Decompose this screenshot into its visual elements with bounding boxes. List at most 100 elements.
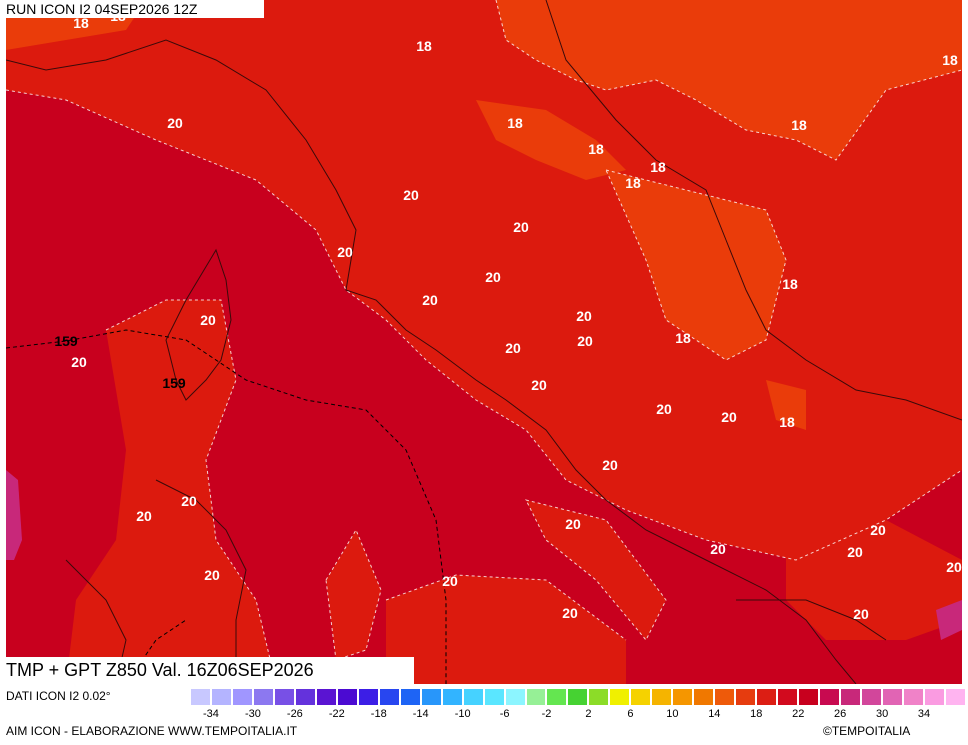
colorbar-cell [609, 688, 631, 706]
colorbar-cell [693, 688, 715, 706]
contour-label: 20 [577, 333, 593, 349]
colorbar-cell [252, 688, 274, 706]
contour-label: 18 [625, 175, 641, 191]
colorbar-cell [231, 688, 253, 706]
gpt-label: 159 [54, 333, 78, 349]
colorbar-tick: 26 [834, 708, 847, 720]
colorbar-tick: 34 [917, 708, 931, 720]
colorbar-cell [777, 688, 799, 706]
colorbar-tick: -30 [244, 708, 261, 720]
contour-label: 20 [204, 567, 220, 583]
contour-label: 20 [656, 401, 672, 417]
temperature-map: 1818181820181818181820202020182020202018… [6, 0, 962, 684]
contour-label: 20 [946, 559, 962, 575]
colorbar-cell [567, 688, 589, 706]
colorbar-cell [651, 688, 673, 706]
colorbar-tick: -18 [370, 708, 387, 720]
colorbar-cell [735, 688, 757, 706]
contour-label: 20 [576, 308, 592, 324]
colorbar-cell [420, 688, 442, 706]
colorbar-cell [399, 688, 421, 706]
contour-label: 20 [531, 377, 547, 393]
contour-label: 18 [782, 276, 798, 292]
colorbar-cell [798, 688, 820, 706]
colorbar-cell [525, 688, 547, 706]
data-source-label: DATI ICON I2 0.02° [6, 689, 111, 703]
contour-label: 20 [710, 541, 726, 557]
temp-zone-20-sicily-east [786, 520, 962, 640]
colorbar-cell [504, 688, 526, 706]
credit-label: AIM ICON - ELABORAZIONE WWW.TEMPOITALIA.… [6, 724, 298, 738]
contour-label: 18 [650, 159, 666, 175]
colorbar-tick: -2 [541, 708, 552, 720]
run-label: RUN ICON I2 04SEP2026 12Z [0, 0, 264, 18]
colorbar-cell [315, 688, 337, 706]
colorbar-cell [714, 688, 736, 706]
contour-label: 20 [422, 292, 438, 308]
contour-label: 20 [71, 354, 87, 370]
contour-label: 20 [181, 493, 197, 509]
colorbar-tick: 18 [750, 708, 763, 720]
colorbar-cell [881, 688, 903, 706]
contour-label: 18 [416, 38, 432, 54]
colorbar-tick: 6 [627, 708, 634, 720]
colorbar-cell [210, 688, 232, 706]
contour-label: 20 [136, 508, 152, 524]
contour-label: 18 [791, 117, 807, 133]
contour-label: 20 [403, 187, 419, 203]
colorbar-tick: 10 [666, 708, 679, 720]
map-title: TMP + GPT Z850 Val. 16Z06SEP2026 [0, 657, 414, 684]
temperature-colorbar [190, 688, 966, 706]
contour-label: 20 [505, 340, 521, 356]
colorbar-cell [294, 688, 316, 706]
colorbar-cell [840, 688, 861, 706]
colorbar-cell [378, 688, 400, 706]
colorbar-tick: 14 [708, 708, 721, 720]
colorbar-cell [588, 688, 610, 706]
contour-label: 20 [562, 605, 578, 621]
colorbar-cell [672, 688, 694, 706]
contour-label: 20 [513, 219, 529, 235]
colorbar-cell [441, 688, 463, 706]
colorbar-cell [756, 688, 778, 706]
colorbar-tick: -10 [454, 708, 471, 720]
contour-label: 20 [565, 516, 581, 532]
contour-label: 18 [779, 414, 795, 430]
contour-label: 20 [853, 606, 869, 622]
temp-zone-20-south [386, 575, 626, 684]
contour-label: 20 [602, 457, 618, 473]
contour-label: 20 [442, 573, 458, 589]
temp-zone-20-sardinia-south [326, 530, 381, 660]
colorbar-cell [190, 688, 211, 706]
contour-label: 20 [847, 544, 863, 560]
colorbar-cell [819, 688, 841, 706]
colorbar-tick: -22 [328, 708, 345, 720]
colorbar-cell [357, 688, 379, 706]
colorbar-cell [483, 688, 505, 706]
colorbar-cell [336, 688, 358, 706]
gpt-label: 159 [162, 375, 186, 391]
colorbar-cell [546, 688, 568, 706]
colorbar-cell [902, 688, 924, 706]
colorbar-tick: -6 [499, 708, 510, 720]
colorbar-cell [273, 688, 295, 706]
colorbar-cell [462, 688, 484, 706]
contour-label: 18 [942, 52, 958, 68]
colorbar-tick: 22 [792, 708, 805, 720]
contour-label: 18 [675, 330, 691, 346]
colorbar-tick: -34 [203, 708, 219, 720]
colorbar-cell [861, 688, 882, 706]
contour-label: 20 [200, 312, 216, 328]
colorbar-tick: 30 [875, 708, 889, 720]
colorbar-tick: -14 [412, 708, 429, 720]
contour-label: 20 [721, 409, 737, 425]
temp-zone-24-west [6, 470, 22, 560]
copyright-label: ©TEMPOITALIA [823, 724, 911, 738]
contour-label: 18 [507, 115, 523, 131]
contour-label: 20 [337, 244, 353, 260]
contour-label: 18 [588, 141, 604, 157]
map-layers [6, 0, 962, 684]
contour-label: 20 [167, 115, 183, 131]
colorbar-cell [630, 688, 652, 706]
temp-zone-20-corsica [66, 300, 276, 684]
